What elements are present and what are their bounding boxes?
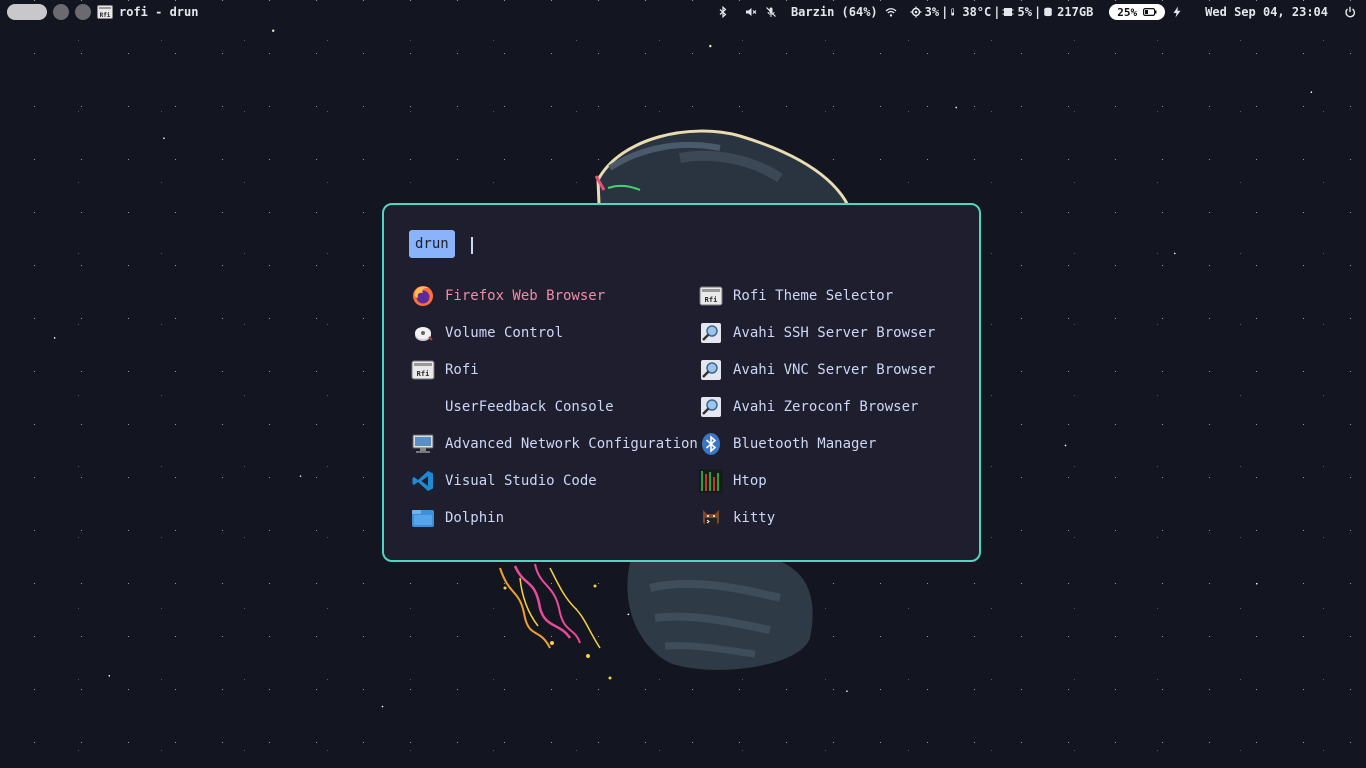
app-list: Firefox Web Browser Volume Control Rfi Rofi… [409, 277, 969, 536]
bluetooth-icon[interactable] [717, 6, 729, 18]
battery-icon [1143, 8, 1157, 16]
volume-control-icon [411, 321, 435, 345]
workspace-active[interactable] [7, 4, 47, 20]
app-entry[interactable]: Volume Control [409, 314, 697, 351]
avahi-icon [699, 358, 723, 382]
app-entry-label: Volume Control [445, 324, 564, 341]
workspace-3[interactable] [75, 4, 91, 20]
network-config-icon [411, 432, 435, 456]
app-entry-label: Htop [733, 472, 767, 489]
memory-usage: 5% [1017, 5, 1032, 19]
app-entry-label: Firefox Web Browser [445, 287, 606, 304]
mode-prompt: drun [409, 230, 455, 258]
app-entry[interactable]: Rfi Rofi Theme Selector [697, 277, 969, 314]
avahi-icon [699, 395, 723, 419]
app-entry[interactable]: Firefox Web Browser [409, 277, 697, 314]
app-entry[interactable]: Advanced Network Configuration [409, 425, 698, 462]
dolphin-icon [411, 506, 435, 530]
wifi-label[interactable]: Barzin (64%) [791, 5, 878, 19]
separator: | [993, 5, 1001, 19]
app-entry[interactable]: kitty [697, 499, 969, 536]
charging-icon [1173, 6, 1181, 18]
app-entry-label: Rofi Theme Selector [733, 287, 894, 304]
window-title: rofi - drun [119, 5, 199, 19]
app-icon-placeholder [411, 395, 435, 419]
app-entry[interactable]: Avahi VNC Server Browser [697, 351, 969, 388]
avahi-icon [699, 321, 723, 345]
clock[interactable]: Wed Sep 04, 23:04 [1205, 5, 1328, 19]
app-entry-label: Rofi [445, 361, 479, 378]
app-entry[interactable]: UserFeedback Console [409, 388, 697, 425]
temperature: 38°C [962, 5, 992, 19]
app-entry-label: Visual Studio Code [445, 472, 597, 489]
svg-text:Rfi: Rfi [417, 370, 430, 378]
separator: | [941, 5, 949, 19]
battery-indicator[interactable]: 25% [1109, 4, 1166, 20]
separator: | [1033, 5, 1042, 19]
app-entry[interactable]: Avahi Zeroconf Browser [697, 388, 969, 425]
app-entry-label: Avahi SSH Server Browser [733, 324, 936, 341]
volume-muted-icon[interactable] [745, 6, 757, 18]
thermometer-icon [951, 8, 955, 16]
app-entry-label: kitty [733, 509, 776, 526]
top-bar: Rfi rofi - drun Barzin (64%) 3% | 38°C |… [0, 0, 1366, 24]
app-entry[interactable]: Htop [697, 462, 969, 499]
power-icon[interactable] [1344, 6, 1356, 18]
app-entry[interactable]: Dolphin [409, 499, 697, 536]
disk-usage: 217GB [1057, 5, 1094, 19]
app-entry[interactable]: Visual Studio Code [409, 462, 697, 499]
workspace-2[interactable] [53, 4, 69, 20]
search-input[interactable] [464, 234, 956, 256]
vscode-icon [411, 469, 435, 493]
app-entry[interactable]: Avahi SSH Server Browser [697, 314, 969, 351]
app-entry-label: Advanced Network Configuration [445, 435, 698, 452]
app-entry-label: UserFeedback Console [445, 398, 614, 415]
svg-text:Rfi: Rfi [705, 296, 718, 304]
mic-muted-icon[interactable] [765, 6, 777, 18]
app-entry-label: Bluetooth Manager [733, 435, 877, 452]
svg-text:Rfi: Rfi [100, 12, 111, 19]
kitty-icon [699, 506, 723, 530]
bluetooth-manager-icon [699, 432, 723, 456]
disk-icon [1044, 7, 1052, 17]
app-entry[interactable]: Rfi Rofi [409, 351, 697, 388]
battery-percent: 25% [1117, 5, 1138, 19]
firefox-icon [411, 284, 435, 308]
rofi-icon: Rfi [699, 284, 723, 308]
app-entry-label: Avahi VNC Server Browser [733, 361, 936, 378]
text-cursor [471, 237, 473, 254]
htop-icon [699, 468, 723, 493]
rofi-window-icon: Rfi [97, 5, 113, 19]
rofi-icon: Rfi [411, 358, 435, 382]
memory-icon [1002, 8, 1014, 16]
app-entry-label: Avahi Zeroconf Browser [733, 398, 919, 415]
cpu-usage: 3% [924, 5, 940, 19]
rofi-launcher: drun Firefox Web Browser Volume Control Rf… [382, 203, 981, 562]
cpu-icon [910, 6, 922, 18]
app-entry[interactable]: Bluetooth Manager [697, 425, 969, 462]
wifi-icon[interactable] [884, 6, 898, 18]
app-entry-label: Dolphin [445, 509, 505, 526]
